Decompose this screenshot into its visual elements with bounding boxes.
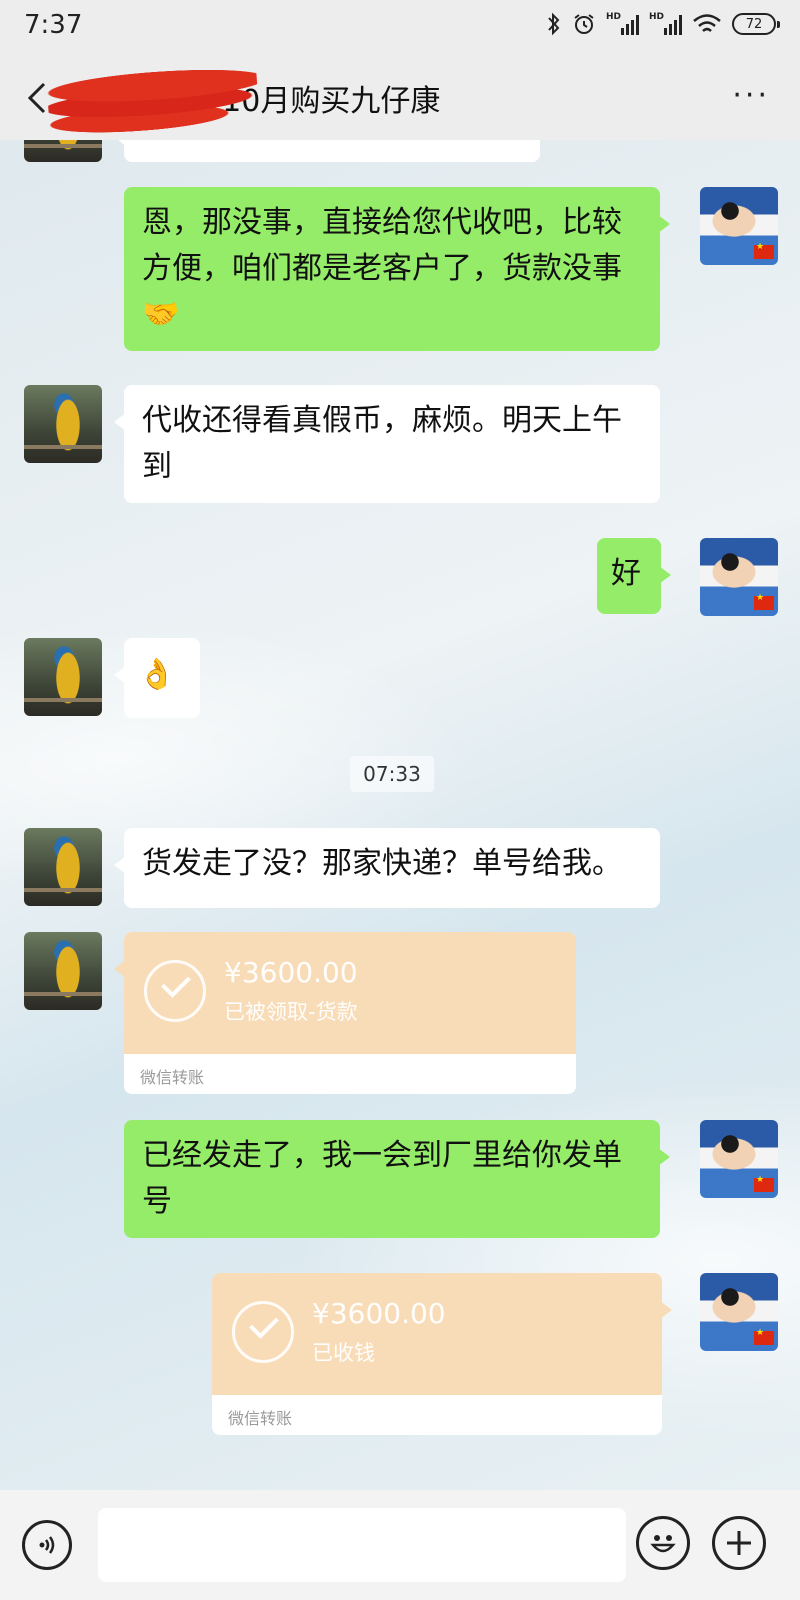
- plus-icon: [727, 1531, 751, 1555]
- transfer-label: 微信转账: [140, 1068, 205, 1087]
- ok-hand-emoji: 👌: [138, 657, 176, 692]
- status-time: 7:37: [24, 10, 83, 40]
- message-text: 好: [611, 556, 641, 591]
- contact-avatar[interactable]: [24, 638, 102, 716]
- message-bubble-sent[interactable]: 恩，那没事，直接给您代收吧，比较方便，咱们都是老客户了，货款没事 🤝: [124, 187, 670, 351]
- message-bubble-received[interactable]: 代收还得看真假币，麻烦。明天上午到: [114, 385, 660, 503]
- flag-icon: [754, 242, 774, 259]
- handshake-emoji: 🤝: [142, 297, 180, 332]
- transfer-status: 已收钱: [312, 1341, 375, 1365]
- contact-avatar[interactable]: [24, 828, 102, 906]
- my-avatar[interactable]: [700, 1120, 778, 1198]
- transfer-amount: ¥3600.00: [312, 1297, 446, 1330]
- smiley-icon: [650, 1535, 676, 1553]
- transfer-label: 微信转账: [228, 1409, 293, 1428]
- check-circle-icon: [144, 960, 206, 1022]
- status-bar: 7:37 HD HD 72: [0, 0, 800, 56]
- hd-label: HD: [648, 12, 664, 22]
- transfer-status: 已被领取-货款: [224, 1000, 358, 1024]
- more-options-button[interactable]: ···: [732, 78, 770, 113]
- wifi-icon: [693, 14, 721, 32]
- message-text: 货发走了没？那家快递？单号给我。: [142, 846, 622, 881]
- hd-label: HD: [605, 12, 621, 22]
- message-text: 已经发走了，我一会到厂里给你发单号: [142, 1138, 622, 1219]
- flag-icon: [754, 593, 774, 610]
- message-input[interactable]: [98, 1508, 626, 1582]
- voice-input-button[interactable]: [22, 1520, 72, 1570]
- battery-icon: 72: [732, 13, 780, 35]
- contact-avatar[interactable]: [24, 385, 102, 463]
- more-functions-button[interactable]: [712, 1516, 766, 1570]
- transfer-card[interactable]: ¥3600.00 已被领取-货款 微信转账: [124, 932, 576, 1094]
- contact-avatar[interactable]: [24, 140, 102, 162]
- my-avatar[interactable]: [700, 1273, 778, 1351]
- transfer-card[interactable]: ¥3600.00 已收钱 微信转账: [212, 1273, 662, 1435]
- signal-icon: HD: [649, 13, 682, 35]
- message-bubble-sent[interactable]: 好: [597, 538, 671, 614]
- message-bubble-received[interactable]: 货发走了没？那家快递？单号给我。: [114, 828, 660, 908]
- message-bubble-sent[interactable]: 已经发走了，我一会到厂里给你发单号: [124, 1120, 670, 1238]
- flag-icon: [754, 1328, 774, 1345]
- chat-header: 张家新18年10月购买九仔康 ···: [0, 56, 800, 140]
- battery-level: 72: [745, 16, 763, 32]
- emoji-button[interactable]: [636, 1516, 690, 1570]
- input-bar: [0, 1490, 800, 1600]
- contact-avatar[interactable]: [24, 932, 102, 1010]
- chat-area[interactable]: 恩，那没事，直接给您代收吧，比较方便，咱们都是老客户了，货款没事 🤝 代收还得看…: [0, 140, 800, 1490]
- signal-icon: HD: [606, 13, 639, 35]
- redaction-scribble: [46, 62, 260, 138]
- check-circle-icon: [232, 1301, 294, 1363]
- alarm-icon: [574, 14, 594, 34]
- flag-icon: [754, 1175, 774, 1192]
- message-bubble-received[interactable]: 👌: [114, 638, 200, 718]
- transfer-amount: ¥3600.00: [224, 956, 358, 989]
- message-bubble-clipped: [114, 140, 540, 162]
- bluetooth-icon: [548, 12, 560, 36]
- message-text: 恩，那没事，直接给您代收吧，比较方便，咱们都是老客户了，货款没事: [142, 205, 622, 286]
- message-text: 代收还得看真假币，麻烦。明天上午到: [142, 403, 622, 484]
- voice-icon: [39, 1536, 55, 1554]
- time-divider: 07:33: [350, 756, 434, 792]
- my-avatar[interactable]: [700, 538, 778, 616]
- my-avatar[interactable]: [700, 187, 778, 265]
- status-icons: HD HD 72: [546, 12, 780, 36]
